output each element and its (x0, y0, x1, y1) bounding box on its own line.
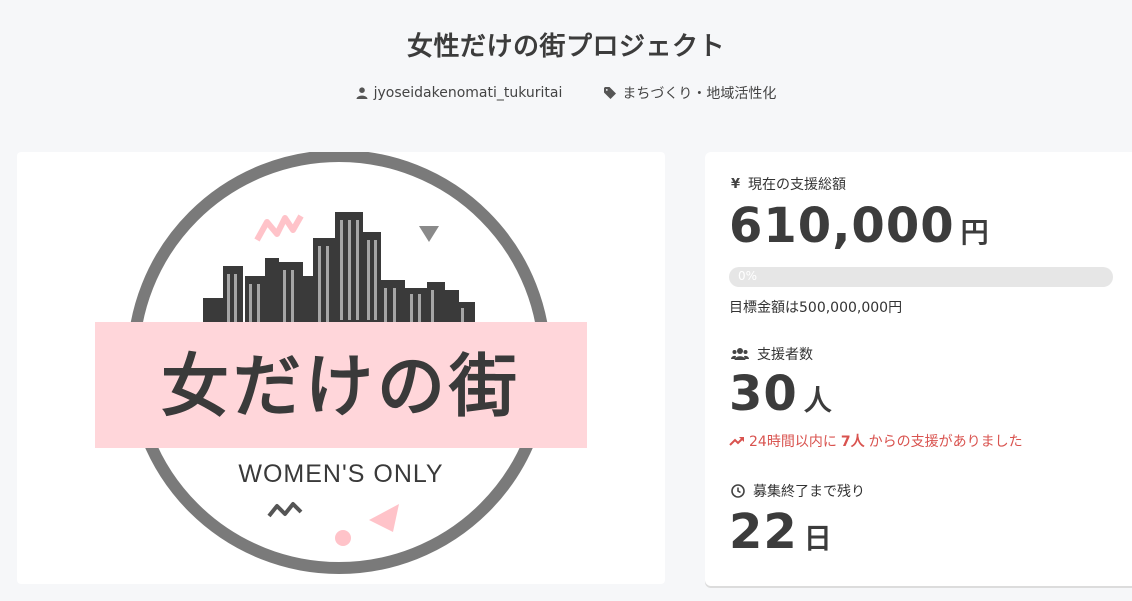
remaining-days-unit: 日 (803, 522, 832, 555)
trending-up-icon (729, 437, 744, 446)
triangle-pink-shape (369, 504, 399, 532)
user-icon (356, 87, 368, 99)
funding-amount-value: 610,000 (729, 198, 955, 254)
funding-progress-label: 0% (738, 269, 758, 283)
funding-stats-panel: ¥ 現在の支援総額 610,000 円 0% 目標金額は500,000,000円… (705, 152, 1132, 586)
logo-subtitle: WOMEN'S ONLY (238, 460, 443, 488)
funding-amount: 610,000 円 (729, 198, 989, 254)
supporters-label: 支援者数 (731, 344, 813, 364)
tag-icon (604, 87, 617, 99)
funding-progress-bar: 0% (729, 267, 1113, 287)
users-icon (731, 348, 749, 360)
category-name[interactable]: まちづくり・地域活性化 (622, 83, 776, 103)
supporters-trend: 24時間以内に 7人 からの支援がありました (729, 431, 1023, 451)
logo-banner-text: 女だけの街 (161, 348, 521, 427)
yen-icon: ¥ (731, 176, 741, 192)
dot-pink-shape (335, 530, 351, 546)
funding-goal: 目標金額は500,000,000円 (729, 300, 903, 316)
remaining-days-value: 22 (729, 504, 798, 560)
funding-label: ¥ 現在の支援総額 (731, 176, 847, 194)
supporters-count: 30 人 (729, 366, 832, 422)
clock-icon (731, 484, 745, 498)
funding-amount-unit: 円 (960, 216, 989, 249)
supporters-count-unit: 人 (803, 384, 832, 417)
category-link[interactable]: まちづくり・地域活性化 (604, 83, 776, 103)
supporters-count-value: 30 (729, 366, 798, 422)
hero-illustration: 女だけの街 WOMEN'S ONLY (95, 152, 587, 574)
author-name[interactable]: jyoseidakenomati_tukuritai (374, 85, 563, 101)
zigzag-pink-shape (254, 214, 304, 242)
author-link[interactable]: jyoseidakenomati_tukuritai (356, 83, 563, 103)
remaining-days: 22 日 (729, 504, 832, 560)
page-title: 女性だけの街プロジェクト (406, 32, 725, 62)
project-hero-image: 女だけの街 WOMEN'S ONLY (17, 152, 665, 584)
remaining-label: 募集終了まで残り (731, 481, 865, 501)
zigzag-gray-shape (267, 502, 303, 518)
triangle-gray-shape (419, 226, 439, 242)
project-meta: jyoseidakenomati_tukuritai まちづくり・地域活性化 (0, 83, 1132, 103)
